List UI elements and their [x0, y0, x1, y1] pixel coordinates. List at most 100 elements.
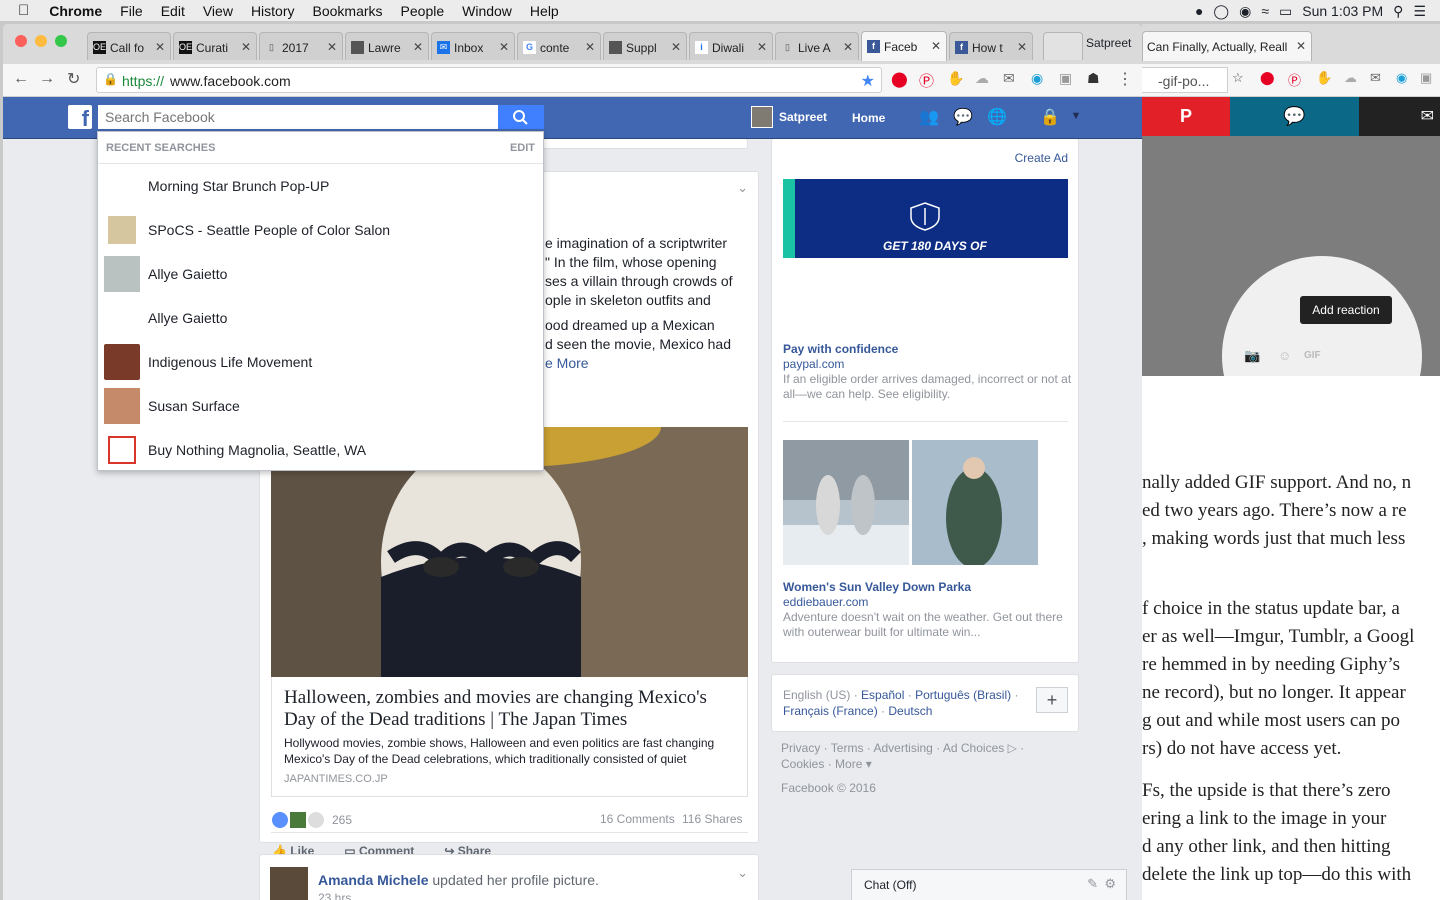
spotlight-icon[interactable]: ⚲	[1393, 3, 1403, 20]
pinterest-share-icon[interactable]: P	[1142, 97, 1230, 136]
menu-app[interactable]: Chrome	[49, 3, 102, 19]
edit-recent-button[interactable]: EDIT	[510, 142, 535, 154]
close-tab-icon[interactable]: ✕	[671, 40, 681, 54]
paypal-ad-image[interactable]: GET 180 DAYS OF	[783, 179, 1068, 258]
parka-ad-image-1[interactable]	[783, 440, 909, 565]
sync-icon[interactable]: ◯	[1213, 3, 1229, 20]
zoom-window-button[interactable]	[55, 35, 67, 47]
profile-name[interactable]: Satpreet	[1086, 36, 1131, 50]
extension-k-icon[interactable]: ▣	[1059, 70, 1072, 87]
language-link[interactable]: Español	[861, 688, 904, 702]
messages-icon[interactable]: 💬	[952, 107, 974, 127]
close-tab-icon[interactable]: ✕	[757, 40, 767, 54]
post-options-icon[interactable]: ⌄	[737, 180, 748, 196]
mail-icon[interactable]: ✉	[1370, 70, 1381, 86]
friend-requests-icon[interactable]: 👥	[918, 107, 940, 127]
menu-edit[interactable]: Edit	[161, 3, 185, 19]
recent-search-item[interactable]: Susan Surface	[98, 384, 543, 428]
article-title[interactable]: Halloween, zombies and movies are changi…	[272, 677, 747, 731]
author-name[interactable]: Amanda Michele	[318, 872, 428, 888]
tab-facebook[interactable]: f Faceb ✕	[861, 31, 947, 61]
close-tab-icon[interactable]: ✕	[843, 40, 853, 54]
cookies-link[interactable]: Cookies	[781, 757, 824, 771]
ad-domain[interactable]: paypal.com	[783, 357, 1073, 372]
menu-view[interactable]: View	[203, 3, 233, 19]
wifi-icon[interactable]: ≈	[1261, 3, 1269, 19]
gear-icon[interactable]: ⚙	[1104, 876, 1116, 892]
privacy-link[interactable]: Privacy	[781, 741, 820, 755]
post-options-icon[interactable]: ⌄	[737, 865, 748, 881]
search-button[interactable]	[498, 105, 544, 129]
recent-search-item[interactable]: Buy Nothing Magnolia, Seattle, WA	[98, 428, 543, 472]
extension-round-icon[interactable]: ◉	[1031, 70, 1043, 87]
tab-suppl[interactable]: Suppl ✕	[603, 32, 687, 60]
forward-icon[interactable]: →	[39, 70, 55, 88]
menu-history[interactable]: History	[251, 3, 295, 19]
extension-icon[interactable]: ✋	[947, 70, 964, 87]
parka-ad-image-2[interactable]	[912, 440, 1038, 565]
compose-icon[interactable]: ✎	[1087, 876, 1098, 892]
battery-icon[interactable]: ▭	[1279, 3, 1292, 20]
menu-file[interactable]: File	[120, 3, 143, 19]
clock[interactable]: Sun 1:03 PM	[1302, 3, 1383, 19]
shares-count[interactable]: 116 Shares	[682, 812, 743, 826]
language-link[interactable]: Português (Brasil)	[915, 688, 1011, 702]
close-tab-icon[interactable]: ✕	[499, 40, 509, 54]
close-tab-icon[interactable]: ✕	[241, 40, 251, 54]
close-tab-icon[interactable]: ✕	[327, 40, 337, 54]
address-bar[interactable]: -gif-po...	[1142, 67, 1228, 93]
menu-dots-icon[interactable]: ⋮	[1117, 69, 1133, 89]
extension-round-icon[interactable]: ◉	[1396, 70, 1407, 86]
pinterest-icon[interactable]: Ⓟ	[919, 70, 934, 91]
ghost-icon[interactable]: ☗	[1087, 70, 1100, 87]
facebook-logo-icon[interactable]: f	[68, 105, 92, 131]
tab-curati[interactable]: OE Curati ✕	[173, 32, 257, 60]
menu-people[interactable]: People	[401, 3, 445, 19]
email-share-icon[interactable]: ✉	[1359, 97, 1440, 136]
author-avatar[interactable]	[270, 867, 308, 900]
ad-choices-link[interactable]: Ad Choices	[943, 741, 1004, 755]
language-link[interactable]: Deutsch	[888, 704, 932, 718]
bookmark-star-icon[interactable]: ★	[861, 71, 875, 91]
article-link-preview[interactable]: Halloween, zombies and movies are changi…	[271, 677, 748, 797]
status-icon[interactable]: ◉	[1239, 3, 1251, 20]
tab-call-for[interactable]: OE Call fo ✕	[87, 32, 171, 60]
post-time[interactable]: 23 hrs	[318, 891, 351, 900]
extension-icon[interactable]: ✋	[1316, 70, 1332, 86]
recent-search-item[interactable]: Indigenous Life Movement	[98, 340, 543, 384]
notifications-globe-icon[interactable]: 🌐	[986, 107, 1008, 127]
adblock-icon[interactable]: ⬤	[1260, 70, 1275, 86]
tab-2017[interactable]: ▯ 2017 ✕	[259, 32, 343, 60]
reactions-summary[interactable]: 265	[272, 812, 352, 828]
see-more-link[interactable]: e More	[545, 354, 755, 373]
advertising-link[interactable]: Advertising	[873, 741, 932, 755]
home-link[interactable]: Home	[852, 111, 885, 125]
menu-help[interactable]: Help	[530, 3, 559, 19]
close-window-button[interactable]	[15, 35, 27, 47]
comments-count[interactable]: 16 Comments	[600, 812, 675, 826]
tab-article[interactable]: Can Finally, Actually, Reall ✕	[1142, 31, 1312, 61]
close-tab-icon[interactable]: ✕	[413, 40, 423, 54]
creative-cloud-icon[interactable]: ●	[1195, 3, 1203, 19]
tab-google[interactable]: Gconte ✕	[517, 32, 601, 60]
address-bar[interactable]: 🔒 https:// www.facebook.com ★	[96, 67, 882, 93]
apple-icon[interactable]: 	[18, 2, 29, 19]
more-link[interactable]: More	[835, 757, 862, 771]
tab-lawre[interactable]: Lawre ✕	[345, 32, 429, 60]
recent-search-item[interactable]: Allye Gaietto	[98, 296, 543, 340]
pinterest-icon[interactable]: Ⓟ	[1288, 70, 1301, 89]
privacy-shortcuts-icon[interactable]: 🔒	[1039, 107, 1061, 127]
ad-title[interactable]: Pay with confidence	[783, 342, 1073, 357]
close-tab-icon[interactable]: ✕	[585, 40, 595, 54]
recent-search-item[interactable]: Allye Gaietto	[98, 252, 543, 296]
account-menu-icon[interactable]: ▼	[1065, 110, 1087, 130]
reload-icon[interactable]: ↻	[67, 69, 80, 89]
recent-search-item[interactable]: Morning Star Brunch Pop-UP	[98, 164, 543, 208]
ad-title[interactable]: Women's Sun Valley Down Parka	[783, 580, 1073, 595]
language-link[interactable]: Français (France)	[783, 704, 878, 718]
cloud-icon[interactable]: ☁	[975, 70, 989, 87]
adblock-icon[interactable]: ⬤	[891, 70, 908, 88]
extension-k-icon[interactable]: ▣	[1420, 70, 1432, 86]
profile-link[interactable]: Satpreet	[751, 106, 827, 128]
new-tab-button[interactable]	[1043, 32, 1083, 60]
